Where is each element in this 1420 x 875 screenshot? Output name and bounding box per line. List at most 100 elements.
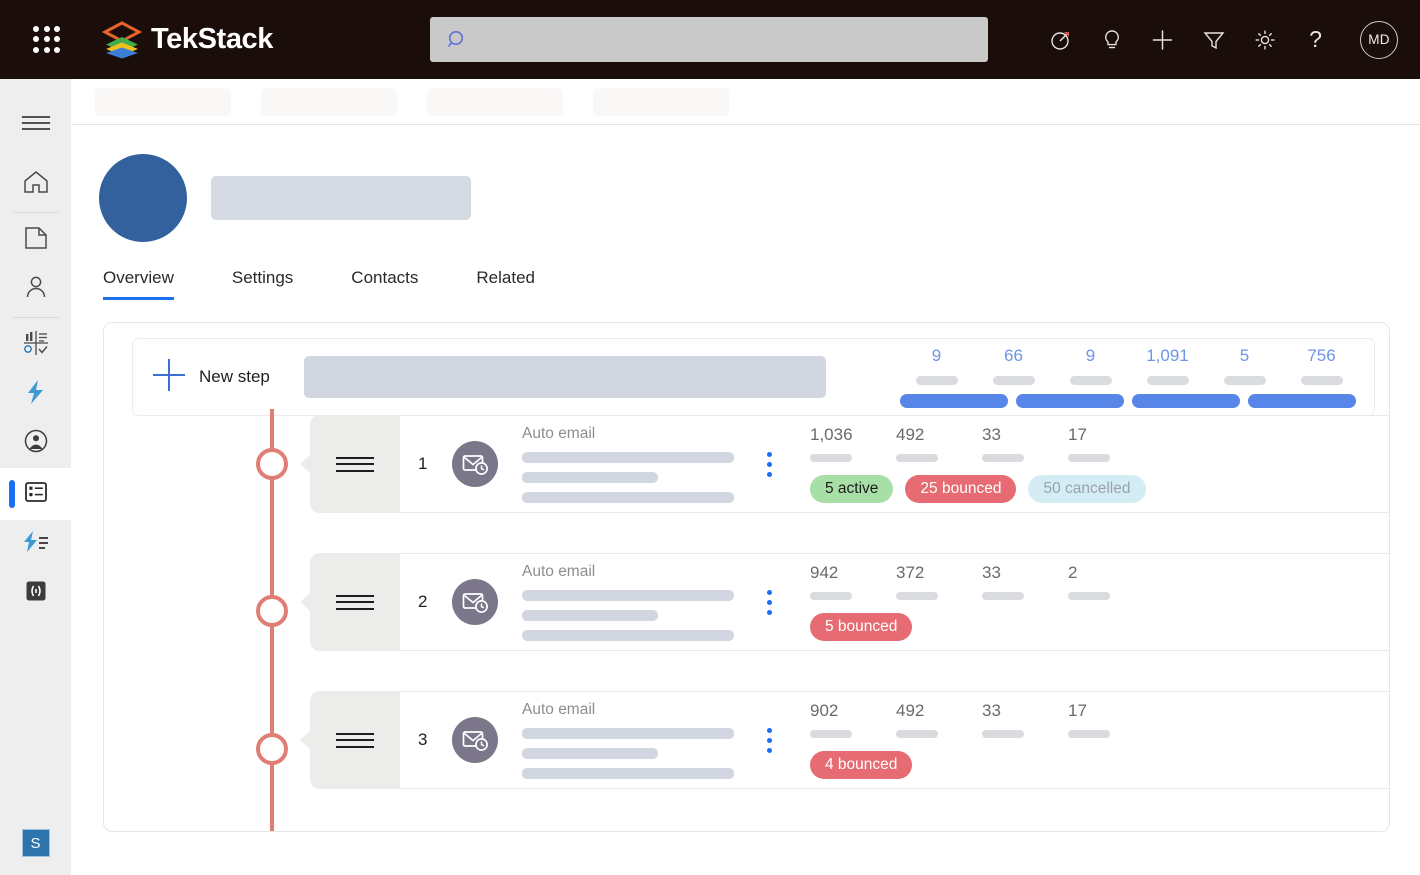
status-badge-bounced: 25 bounced (905, 475, 1017, 503)
step-drag-handle[interactable] (300, 553, 400, 651)
step-more-menu[interactable] (758, 451, 780, 477)
timeline-node (256, 733, 288, 765)
step-stat-label-skeleton (896, 592, 938, 600)
record-title-skeleton (211, 176, 471, 220)
step-card[interactable]: 1 Auto email 1,036 492 33 17 5 active 25… (400, 415, 1389, 513)
step-stat: 17 (1068, 425, 1154, 462)
sidebar-item-accounts[interactable] (0, 419, 71, 468)
tab-settings[interactable]: Settings (232, 268, 321, 300)
step-stat-label-skeleton (810, 454, 852, 462)
sidebar-item-contacts[interactable] (0, 265, 71, 314)
step-drag-handle[interactable] (300, 691, 400, 789)
header-stat-value: 9 (1085, 346, 1096, 365)
step-stat-value: 372 (896, 563, 925, 582)
header-stat-values: 9 66 9 1,091 5 756 (898, 346, 1360, 385)
sidebar-item-recent[interactable] (0, 216, 71, 265)
step-stat-value: 17 (1068, 701, 1087, 720)
sequence-panel: New step 9 66 9 1,091 5 756 1 Auto email… (103, 322, 1390, 832)
step-skeleton-line (522, 610, 658, 621)
status-badge-cancelled: 50 cancelled (1028, 475, 1146, 503)
step-stat-value: 492 (896, 701, 925, 720)
sidebar-item-developer[interactable] (0, 569, 71, 618)
step-stat: 492 (896, 425, 982, 462)
step-stat-value: 902 (810, 701, 839, 720)
status-badge-bounced: 4 bounced (810, 751, 913, 779)
header-progress-bar (1248, 394, 1356, 408)
sequence-header-stats: 9 66 9 1,091 5 756 (898, 346, 1360, 408)
rail-divider (12, 317, 59, 318)
app-launcher-icon[interactable] (30, 23, 64, 57)
step-skeleton-line (522, 768, 734, 779)
sidebar-item-quick-campaigns[interactable] (0, 370, 71, 419)
email-clock-icon (452, 579, 498, 625)
sequence-step-row[interactable]: 3 Auto email 902 492 33 17 4 bounced (300, 691, 1389, 789)
step-stat-value: 17 (1068, 425, 1087, 444)
header-progress-bars (898, 394, 1356, 408)
help-icon[interactable]: ? (1303, 26, 1328, 52)
breadcrumb-skeleton (593, 87, 729, 116)
tab-contacts[interactable]: Contacts (351, 268, 446, 300)
header-progress-bar (1132, 394, 1240, 408)
dashboard-chart-icon (22, 330, 50, 361)
step-card[interactable]: 2 Auto email 942 372 33 2 5 bounced (400, 553, 1389, 651)
step-drag-handle[interactable] (300, 415, 400, 513)
header-stat: 5 (1206, 346, 1283, 385)
new-step-row: New step 9 66 9 1,091 5 756 (132, 338, 1375, 416)
tab-contacts-label: Contacts (351, 268, 419, 287)
home-icon (22, 169, 50, 200)
sequence-list-icon (23, 479, 49, 510)
step-stat-value: 942 (810, 563, 839, 582)
step-kind-label: Auto email (522, 701, 596, 718)
tab-related-label: Related (476, 268, 535, 287)
plus-icon[interactable] (1150, 27, 1175, 52)
step-number: 1 (418, 454, 428, 473)
plus-icon (149, 355, 189, 400)
lightbulb-icon[interactable] (1099, 27, 1124, 52)
gear-icon[interactable] (1252, 27, 1277, 52)
step-skeleton-line (522, 590, 734, 601)
sidebar-item-sequences[interactable] (0, 468, 71, 520)
global-search (430, 17, 988, 62)
target-arrow-icon[interactable] (1048, 27, 1073, 52)
header-stat: 9 (898, 346, 975, 385)
step-skeleton-line (522, 748, 658, 759)
sandbox-badge[interactable]: S (21, 829, 50, 857)
sidebar-item-automation[interactable] (0, 520, 71, 569)
step-stat-label-skeleton (982, 730, 1024, 738)
sequence-step-row[interactable]: 1 Auto email 1,036 492 33 17 5 active 25… (300, 415, 1389, 513)
account-circle-icon (23, 428, 49, 459)
header-stat-label-skeleton (1223, 376, 1266, 385)
code-brackets-icon (23, 578, 49, 609)
header-stat-label-skeleton (1300, 376, 1343, 385)
step-more-menu[interactable] (758, 589, 780, 615)
tab-overview[interactable]: Overview (103, 268, 202, 300)
add-step-button[interactable] (145, 353, 193, 401)
sidebar-item-home[interactable] (0, 160, 71, 209)
brand-logo[interactable]: TekStack (101, 20, 273, 59)
step-badges: 4 bounced (810, 751, 1154, 779)
step-stat-label-skeleton (896, 454, 938, 462)
step-stats: 1,036 492 33 17 5 active 25 bounced 50 c… (810, 425, 1154, 503)
step-body: Auto email (522, 701, 734, 779)
step-kind-label: Auto email (522, 425, 596, 442)
step-skeleton-line (522, 728, 734, 739)
header-stat-value: 1,091 (1146, 346, 1189, 365)
step-stat-label-skeleton (810, 592, 852, 600)
sidebar-item-hamburger-menu[interactable] (0, 101, 71, 150)
step-body: Auto email (522, 425, 734, 503)
step-number: 2 (418, 592, 428, 611)
user-avatar[interactable]: MD (1360, 20, 1398, 59)
breadcrumb-skeleton (427, 87, 563, 116)
sidebar-item-dashboards[interactable] (0, 321, 71, 370)
step-card[interactable]: 3 Auto email 902 492 33 17 4 bounced (400, 691, 1389, 789)
step-kind-label: Auto email (522, 563, 596, 580)
header-stat: 1,091 (1129, 346, 1206, 385)
step-skeleton-line (522, 492, 734, 503)
step-more-menu[interactable] (758, 727, 780, 753)
tab-related[interactable]: Related (476, 268, 563, 300)
filter-icon[interactable] (1201, 27, 1226, 52)
step-badges: 5 bounced (810, 613, 1154, 641)
sequence-step-row[interactable]: 2 Auto email 942 372 33 2 5 bounced (300, 553, 1389, 651)
step-number: 3 (418, 730, 428, 749)
search-input[interactable] (430, 17, 988, 62)
